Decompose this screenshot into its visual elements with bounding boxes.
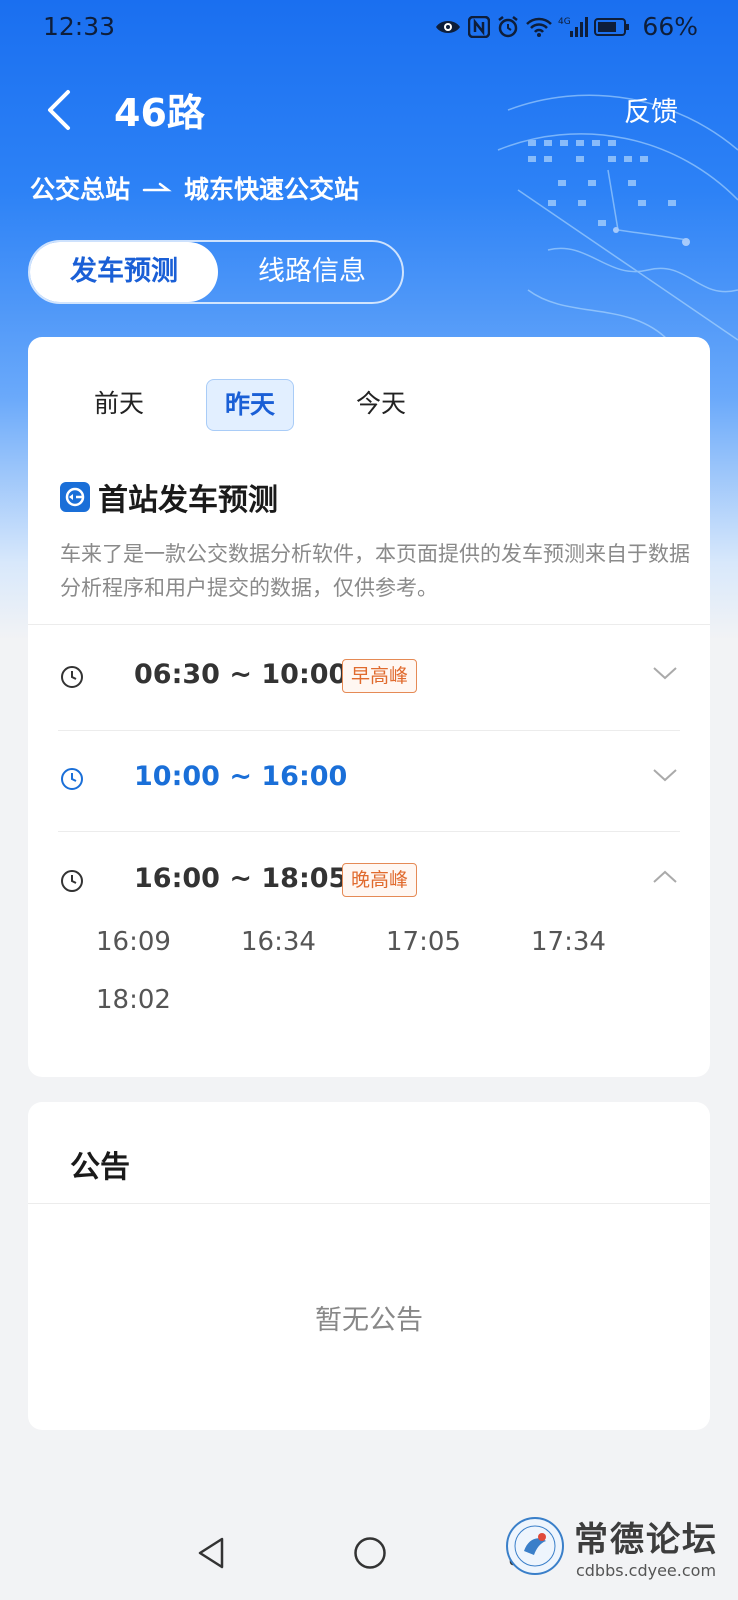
back-icon[interactable]	[40, 86, 80, 134]
status-icons: 4G 66%	[434, 12, 698, 41]
signal-icon: 4G	[558, 16, 589, 37]
divider	[28, 1203, 710, 1204]
clock-icon	[61, 666, 83, 688]
forecast-title-text: 首站发车预测	[98, 483, 278, 518]
departure-time: 17:05	[386, 927, 461, 957]
forum-watermark: 常德论坛 cdbbs.cdyee.com	[504, 1512, 718, 1580]
notice-title: 公告	[70, 1150, 130, 1185]
forum-seal-logo	[506, 1517, 564, 1575]
feedback-button[interactable]: 反馈	[624, 90, 678, 129]
app-logo-icon	[60, 482, 90, 512]
clock-icon	[61, 768, 83, 790]
status-bar: 12:33 4G 66%	[0, 0, 738, 56]
time-slot-evening[interactable]: 16:00 ~ 18:05 晚高峰	[60, 829, 678, 933]
origin-stop: 公交总站	[30, 175, 131, 204]
notice-empty-text: 暂无公告	[315, 1305, 423, 1336]
forecast-title: 首站发车预测	[60, 475, 278, 519]
peak-badge: 晚高峰	[342, 863, 418, 897]
tab-route-info[interactable]: 线路信息	[220, 242, 404, 302]
destination-stop: 城东快速公交站	[184, 175, 360, 204]
main-tabs: 发车预测 线路信息	[28, 240, 404, 304]
nav-back-icon[interactable]	[196, 1536, 226, 1570]
battery-level: 66%	[642, 12, 698, 41]
departure-time: 18:02	[96, 985, 171, 1015]
time-slot-range: 10:00 ~ 16:00	[134, 761, 348, 792]
time-slot-midday[interactable]: 10:00 ~ 16:00	[60, 727, 678, 831]
nfc-icon	[468, 15, 491, 38]
wifi-icon	[526, 17, 553, 37]
day-tab-today[interactable]: 今天	[338, 379, 424, 429]
watermark-title: 常德论坛	[574, 1520, 718, 1560]
clock-icon	[61, 870, 83, 892]
battery-icon	[594, 17, 630, 36]
status-time: 12:33	[43, 12, 116, 41]
alarm-icon	[498, 15, 519, 37]
route-direction: 公交总站 城东快速公交站	[30, 170, 359, 206]
time-slot-morning[interactable]: 06:30 ~ 10:00 早高峰	[60, 625, 678, 729]
forecast-description: 车来了是一款公交数据分析软件，本页面提供的发车预测来自于数据分析程序和用户提交的…	[60, 542, 690, 600]
time-slot-range: 06:30 ~ 10:00	[134, 659, 348, 690]
chevron-up-icon[interactable]	[652, 869, 678, 885]
nav-home-icon[interactable]	[353, 1536, 387, 1570]
tab-departure-forecast[interactable]: 发车预测	[30, 242, 218, 302]
arrow-right-icon	[142, 182, 172, 192]
network-type: 4G	[558, 17, 571, 27]
chevron-down-icon[interactable]	[652, 665, 678, 681]
eye-icon	[436, 20, 461, 33]
forecast-card: 前天 昨天 今天 首站发车预测 车来了是一款公交数据分析软件，本页面提供的发车预…	[28, 337, 710, 1077]
departure-time: 16:34	[241, 927, 316, 957]
top-nav: 46路 反馈	[0, 78, 738, 142]
departure-time: 16:09	[96, 927, 171, 957]
notice-card: 公告 暂无公告	[28, 1102, 710, 1430]
day-tab-day-before-yesterday[interactable]: 前天	[76, 379, 162, 429]
departure-time: 17:34	[531, 927, 606, 957]
time-slot-range: 16:00 ~ 18:05	[134, 863, 348, 894]
watermark-url: cdbbs.cdyee.com	[575, 1561, 717, 1580]
day-tab-yesterday[interactable]: 昨天	[206, 379, 295, 431]
chevron-down-icon[interactable]	[652, 767, 678, 783]
peak-badge: 早高峰	[342, 659, 418, 693]
route-title: 46路	[114, 91, 205, 135]
day-selector: 前天 昨天 今天	[76, 379, 424, 431]
